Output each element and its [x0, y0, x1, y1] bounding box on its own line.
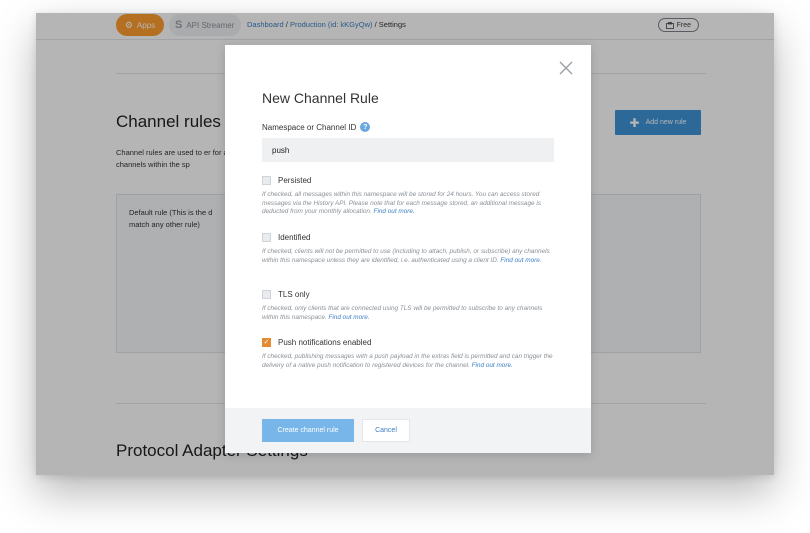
find-out-more-link[interactable]: Find out more.	[328, 314, 369, 321]
find-out-more-link[interactable]: Find out more.	[500, 257, 541, 264]
create-channel-rule-button[interactable]: Create channel rule	[262, 419, 354, 442]
app-window: ⚙ Apps S API Streamer Dashboard / Produc…	[36, 13, 774, 475]
tls-only-help-text: If checked, only clients that are connec…	[262, 305, 543, 321]
option-push-notifications: ✓ Push notifications enabled If checked,…	[262, 338, 562, 370]
tls-only-checkbox[interactable]	[262, 290, 271, 299]
identified-label: Identified	[278, 233, 311, 242]
tls-only-label: TLS only	[278, 290, 310, 299]
find-out-more-link[interactable]: Find out more.	[374, 208, 415, 215]
new-channel-rule-dialog: New Channel Rule Namespace or Channel ID…	[225, 45, 591, 453]
namespace-input[interactable]	[262, 138, 554, 162]
push-notifications-label: Push notifications enabled	[278, 338, 372, 347]
persisted-label: Persisted	[278, 176, 312, 185]
tls-only-help: If checked, only clients that are connec…	[262, 305, 558, 322]
namespace-label-text: Namespace or Channel ID	[262, 122, 357, 132]
push-notifications-checkbox[interactable]: ✓	[262, 338, 271, 347]
namespace-label: Namespace or Channel ID ?	[262, 122, 371, 132]
identified-help: If checked, clients will not be permitte…	[262, 248, 558, 265]
dialog-title: New Channel Rule	[262, 90, 379, 106]
option-identified: Identified If checked, clients will not …	[262, 233, 562, 265]
push-notifications-help: If checked, publishing messages with a p…	[262, 353, 558, 370]
find-out-more-link[interactable]: Find out more.	[472, 362, 513, 369]
cancel-button[interactable]: Cancel	[362, 419, 410, 442]
persisted-help: If checked, all messages within this nam…	[262, 191, 558, 217]
close-icon[interactable]	[559, 61, 573, 75]
identified-checkbox[interactable]	[262, 233, 271, 242]
option-persisted: Persisted If checked, all messages withi…	[262, 176, 562, 217]
persisted-checkbox[interactable]	[262, 176, 271, 185]
help-icon[interactable]: ?	[360, 122, 371, 132]
option-tls-only: TLS only If checked, only clients that a…	[262, 290, 562, 322]
